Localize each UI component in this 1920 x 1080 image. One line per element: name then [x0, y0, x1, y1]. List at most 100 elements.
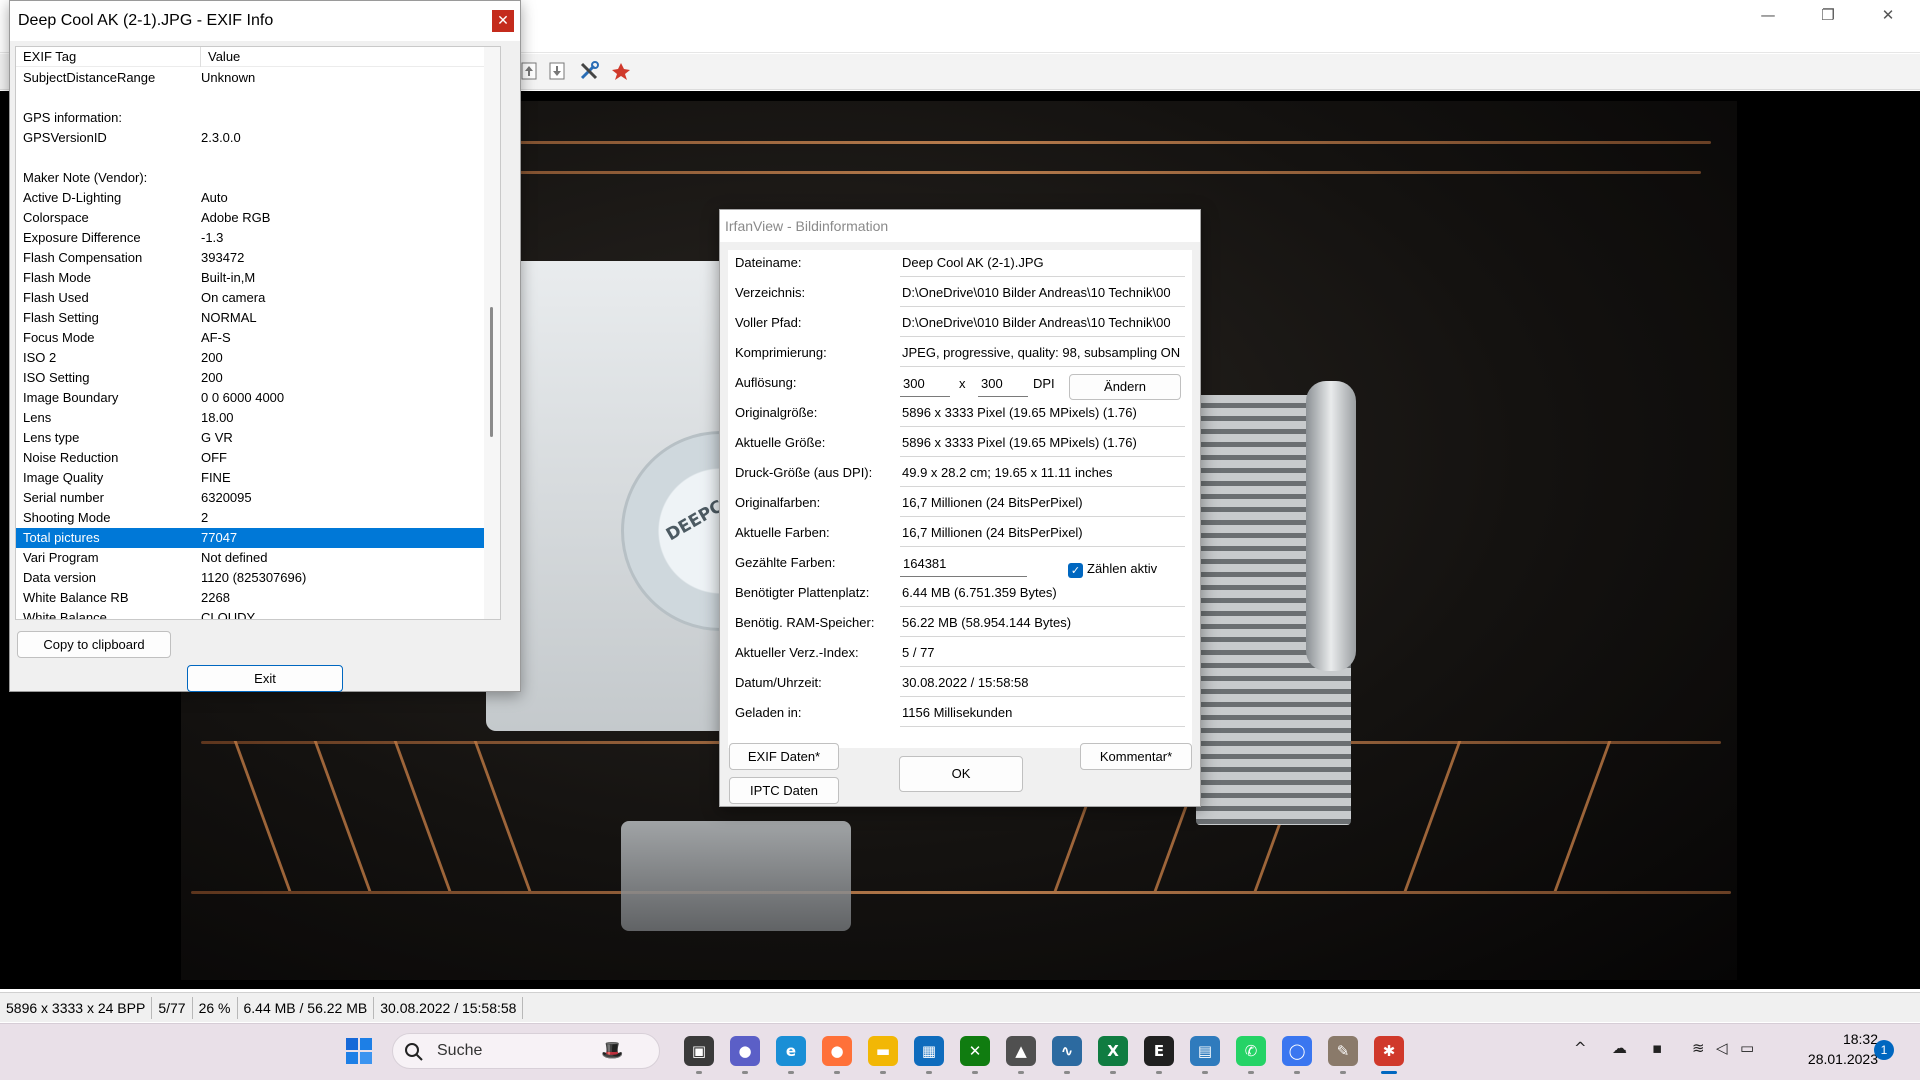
exif-row[interactable]: Data version 1120 (825307696) [16, 568, 486, 588]
column-header-tag[interactable]: EXIF Tag [16, 47, 201, 67]
exif-tag: Shooting Mode [23, 510, 111, 525]
exif-row[interactable]: Total pictures 77047 [16, 528, 486, 548]
info-value: 1156 Millisekunden [900, 703, 1185, 727]
status-image-size: 5896 x 3333 x 24 BPP [0, 996, 153, 1019]
battery-icon[interactable]: ▭ [1740, 1039, 1754, 1057]
clock-date: 28.01.2023 [1807, 1051, 1878, 1067]
windows-start-icon[interactable] [344, 1036, 374, 1066]
exif-row[interactable]: ISO 2 200 [16, 348, 486, 368]
app-icon[interactable]: ▲ [1006, 1036, 1036, 1066]
control-panel-icon[interactable]: ▤ [1190, 1036, 1220, 1066]
firefox-icon[interactable]: ● [822, 1036, 852, 1066]
comment-button[interactable]: Kommentar* [1080, 743, 1192, 770]
change-resolution-button[interactable]: Ändern [1069, 374, 1181, 400]
maximize-button[interactable]: ❐ [1800, 0, 1856, 29]
exif-row[interactable]: Active D-Lighting Auto [16, 188, 486, 208]
info-label: Originalfarben: [735, 495, 821, 510]
irfanview-taskbar-icon[interactable]: ✱ [1374, 1036, 1404, 1066]
exif-row[interactable]: Maker Note (Vendor): [16, 168, 486, 188]
exif-row[interactable]: Focus Mode AF-S [16, 328, 486, 348]
exif-dialog-title: Deep Cool AK (2-1).JPG - EXIF Info [10, 1, 520, 41]
exif-tag: White Balance RB [23, 590, 129, 605]
exif-row[interactable]: Vari Program Not defined [16, 548, 486, 568]
info-label: Aktuelle Farben: [735, 525, 830, 540]
volume-icon[interactable]: ◁ [1716, 1039, 1728, 1057]
resolution-y-input[interactable]: 300 [978, 373, 1028, 397]
info-value: 30.08.2022 / 15:58:58 [900, 673, 1185, 697]
exif-row[interactable]: Shooting Mode 2 [16, 508, 486, 528]
column-header-value[interactable]: Value [201, 47, 486, 67]
edge-icon[interactable]: e [776, 1036, 806, 1066]
irfanview-icon[interactable] [610, 60, 632, 82]
tray-app-icon[interactable]: ▪ [1652, 1039, 1662, 1057]
wifi-icon[interactable]: ≋ [1692, 1039, 1705, 1057]
exit-button[interactable]: Exit [187, 665, 343, 692]
file-explorer-icon[interactable]: ▬ [868, 1036, 898, 1066]
count-active-checkbox[interactable]: ✓ [1068, 563, 1083, 578]
onedrive-icon[interactable]: ☁ [1612, 1039, 1627, 1057]
info-value: 6.44 MB (6.751.359 Bytes) [900, 583, 1185, 607]
move-up-icon[interactable] [518, 60, 540, 82]
tray-clock[interactable]: 18:32 28.01.2023 [1782, 1029, 1878, 1069]
exif-row[interactable]: Noise Reduction OFF [16, 448, 486, 468]
exif-row[interactable]: Image Boundary 0 0 6000 4000 [16, 388, 486, 408]
monitor-icon[interactable]: ∿ [1052, 1036, 1082, 1066]
exif-row[interactable]: Flash Compensation 393472 [16, 248, 486, 268]
excel-icon[interactable]: X [1098, 1036, 1128, 1066]
teams-chat-icon[interactable]: ● [730, 1036, 760, 1066]
exif-row[interactable]: Flash Used On camera [16, 288, 486, 308]
tray-overflow-chevron[interactable]: ^ [1574, 1039, 1587, 1057]
exif-row[interactable]: Image Quality FINE [16, 468, 486, 488]
info-label: Voller Pfad: [735, 315, 802, 330]
whatsapp-icon[interactable]: ✆ [1236, 1036, 1266, 1066]
store-icon[interactable]: ▦ [914, 1036, 944, 1066]
info-label: Verzeichnis: [735, 285, 806, 300]
exif-row[interactable]: Colorspace Adobe RGB [16, 208, 486, 228]
exif-data-button[interactable]: EXIF Daten* [729, 743, 839, 770]
notification-badge[interactable]: 1 [1874, 1040, 1894, 1060]
taskbar-search-box[interactable]: Suche 🎩 [392, 1033, 660, 1069]
iptc-data-button[interactable]: IPTC Daten [729, 777, 839, 804]
resolution-x-input[interactable]: 300 [900, 373, 950, 397]
info-value: Deep Cool AK (2-1).JPG [900, 253, 1185, 277]
exif-row[interactable]: Lens type G VR [16, 428, 486, 448]
minimize-button[interactable]: — [1740, 0, 1796, 29]
copy-to-clipboard-button[interactable]: Copy to clipboard [17, 631, 171, 658]
exif-value: 0 0 6000 4000 [201, 390, 285, 405]
exif-row[interactable]: White Balance RB 2268 [16, 588, 486, 608]
exif-scrollbar[interactable] [484, 47, 500, 619]
exif-close-button[interactable]: ✕ [492, 10, 514, 32]
exif-row[interactable]: Flash Mode Built-in,M [16, 268, 486, 288]
task-view-icon[interactable]: ▣ [684, 1036, 714, 1066]
exif-list[interactable]: EXIF Tag Value SubjectDistanceRange Unkno… [15, 46, 501, 620]
info-row: Dateiname: Deep Cool AK (2-1).JPG [728, 250, 1192, 280]
info-row: Benötig. RAM-Speicher: 56.22 MB (58.954.1… [728, 610, 1192, 640]
exif-row[interactable]: GPSVersionID 2.3.0.0 [16, 128, 486, 148]
tools-icon[interactable] [578, 60, 600, 82]
exif-row[interactable]: Exposure Difference -1.3 [16, 228, 486, 248]
exif-row[interactable]: ISO Setting 200 [16, 368, 486, 388]
move-down-icon[interactable] [546, 60, 568, 82]
exif-row[interactable] [16, 88, 486, 108]
info-label: Auflösung: [735, 375, 797, 390]
exif-tag: Noise Reduction [23, 450, 119, 465]
signal-icon[interactable]: ◯ [1282, 1036, 1312, 1066]
exif-scrollbar-thumb[interactable] [490, 307, 493, 437]
count-active-label[interactable]: Zählen aktiv [1087, 561, 1157, 576]
exif-row[interactable] [16, 148, 486, 168]
ok-button[interactable]: OK [899, 756, 1023, 792]
gimp-icon[interactable]: ✎ [1328, 1036, 1358, 1066]
exif-value: 393472 [201, 250, 245, 265]
exif-tag: GPSVersionID [23, 130, 107, 145]
exif-row[interactable]: White Balance CLOUDY [16, 608, 486, 619]
exif-row[interactable]: Lens 18.00 [16, 408, 486, 428]
exif-row[interactable]: Serial number 6320095 [16, 488, 486, 508]
exif-row[interactable]: Flash Setting NORMAL [16, 308, 486, 328]
close-button[interactable]: ✕ [1860, 0, 1916, 29]
epic-games-icon[interactable]: E [1144, 1036, 1174, 1066]
exif-row[interactable]: GPS information: [16, 108, 486, 128]
info-row: Druck-Größe (aus DPI): 49.9 x 28.2 cm; 19… [728, 460, 1192, 490]
exif-info-dialog: Deep Cool AK (2-1).JPG - EXIF Info ✕ EXI… [9, 0, 521, 692]
xbox-icon[interactable]: ✕ [960, 1036, 990, 1066]
exif-row[interactable]: SubjectDistanceRange Unknown [16, 68, 486, 88]
